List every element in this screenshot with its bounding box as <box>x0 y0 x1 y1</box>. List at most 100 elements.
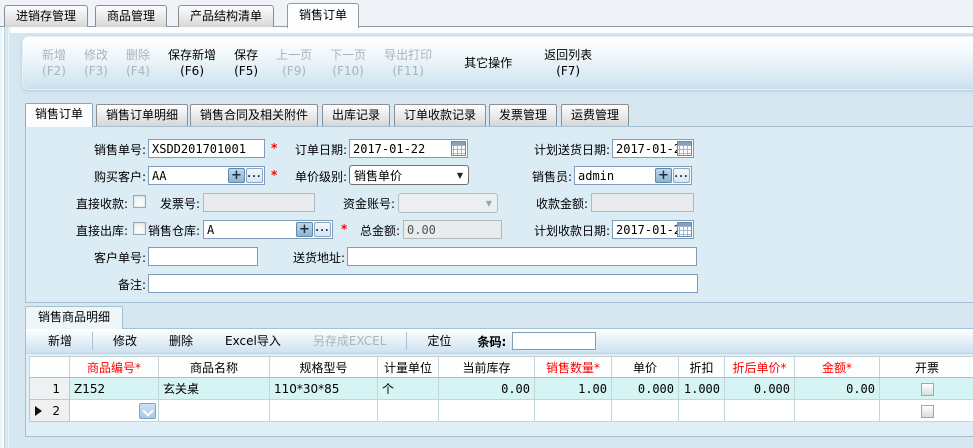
ellipsis-icon[interactable]: ... <box>246 168 263 183</box>
order-no-input[interactable] <box>148 139 265 158</box>
cell-current-stock[interactable]: 0.00 <box>439 378 535 400</box>
total-amount-input <box>403 220 502 239</box>
warehouse-combo[interactable]: A + ... <box>203 220 333 239</box>
toolbar-button-shortcut: (F5) <box>234 63 258 79</box>
delivery-address-input[interactable] <box>347 247 697 266</box>
customer-order-no-input[interactable] <box>148 247 258 266</box>
tab-product-structure[interactable]: 产品结构清单 <box>178 5 274 27</box>
cell-discount[interactable]: 1.000 <box>679 378 725 400</box>
customer-combo[interactable]: AA + ... <box>148 166 265 185</box>
cell-unit[interactable] <box>378 400 439 422</box>
toolbar-button-shortcut: (F3) <box>84 63 108 79</box>
planned-receipt-date-value: 2017-01-22 <box>613 223 677 237</box>
price-level-select[interactable]: 销售单价 ▼ <box>349 165 469 185</box>
grid-row-2: 2 <box>30 400 973 422</box>
tab-product-mgmt[interactable]: 商品管理 <box>95 5 167 27</box>
tab-inventory-mgmt[interactable]: 进销存管理 <box>4 5 88 27</box>
toolbar-new-button[interactable]: 新增 (F2) <box>33 41 75 85</box>
toolbar-delete-button[interactable]: 删除 (F4) <box>117 41 159 85</box>
toolbar-button-shortcut: (F11) <box>392 63 424 79</box>
subtab-contract-attachments[interactable]: 销售合同及相关附件 <box>190 104 318 126</box>
subtab-invoice-mgmt[interactable]: 发票管理 <box>489 104 557 126</box>
ellipsis-icon[interactable]: ... <box>314 222 331 237</box>
subtab-receipt-records[interactable]: 订单收款记录 <box>394 104 486 126</box>
col-product-code: 商品编号* <box>70 357 159 378</box>
tab-items-detail[interactable]: 销售商品明细 <box>25 306 123 329</box>
current-row-indicator-icon <box>35 406 42 416</box>
cell-discount[interactable] <box>679 400 725 422</box>
subtab-freight-mgmt[interactable]: 运费管理 <box>561 104 629 126</box>
items-add-button[interactable]: 新增 <box>32 330 88 353</box>
cell-sales-qty[interactable] <box>535 400 612 422</box>
row-number-cell[interactable]: 2 <box>30 400 70 422</box>
cell-product-name[interactable]: 玄关桌 <box>159 378 270 400</box>
toolbar-back-to-list-button[interactable]: 返回列表 (F7) <box>535 41 601 85</box>
toolbar-button-shortcut: (F2) <box>42 63 66 79</box>
subtab-outbound-records[interactable]: 出库记录 <box>322 104 390 126</box>
subtab-sales-order[interactable]: 销售订单 <box>25 103 93 127</box>
toolbar-edit-button[interactable]: 修改 (F3) <box>75 41 117 85</box>
toolbar-other-ops-button[interactable]: 其它操作 <box>455 41 521 85</box>
subtab-sales-order-detail[interactable]: 销售订单明细 <box>96 104 188 126</box>
invoiced-checkbox[interactable] <box>921 405 934 418</box>
toolbar-button-shortcut: (F9) <box>282 63 306 79</box>
row-number-cell[interactable]: 1 <box>30 378 70 400</box>
items-edit-button[interactable]: 修改 <box>97 330 153 353</box>
cell-unit-price[interactable] <box>612 400 679 422</box>
add-icon[interactable]: + <box>296 222 313 237</box>
planned-receipt-date-picker[interactable]: 2017-01-22 <box>612 220 694 239</box>
order-date-label: 订单日期: <box>277 141 347 158</box>
toolbar-prev-page-button[interactable]: 上一页 (F9) <box>267 41 321 85</box>
items-excel-import-button[interactable]: Excel导入 <box>209 330 297 353</box>
toolbar-button-label: 保存 <box>234 47 258 63</box>
fund-account-label: 资金账号: <box>323 195 395 212</box>
cell-sales-qty[interactable]: 1.00 <box>535 378 612 400</box>
toolbar-next-page-button[interactable]: 下一页 (F10) <box>321 41 375 85</box>
cell-unit[interactable]: 个 <box>378 378 439 400</box>
planned-delivery-date-picker[interactable]: 2017-01-22 <box>612 139 694 158</box>
calendar-icon[interactable] <box>451 141 466 156</box>
items-locate-button[interactable]: 定位 <box>411 330 467 353</box>
cell-amount[interactable]: 0.00 <box>795 378 880 400</box>
toolbar-export-print-button[interactable]: 导出打印 (F11) <box>375 41 441 85</box>
add-icon[interactable]: + <box>228 168 245 183</box>
cell-unit-price[interactable]: 0.000 <box>612 378 679 400</box>
col-spec-model: 规格型号 <box>270 357 378 378</box>
toolbar-button-label: 返回列表 <box>544 47 592 63</box>
remark-input[interactable] <box>148 274 698 293</box>
col-amount: 金额* <box>795 357 880 378</box>
row-number: 2 <box>52 404 60 418</box>
toolbar-button-shortcut: (F4) <box>126 63 150 79</box>
cell-discounted-price[interactable] <box>725 400 795 422</box>
chevron-down-icon: ▼ <box>452 171 468 180</box>
calendar-icon[interactable] <box>677 141 692 156</box>
invoiced-checkbox[interactable] <box>921 383 934 396</box>
tab-sales-order[interactable]: 销售订单 <box>287 3 359 28</box>
total-amount-label: 总金额: <box>345 222 400 239</box>
col-discounted-price: 折后单价* <box>725 357 795 378</box>
salesman-combo[interactable]: admin + ... <box>574 166 692 185</box>
dropdown-icon[interactable] <box>139 403 156 419</box>
calendar-icon[interactable] <box>677 222 692 237</box>
add-icon[interactable]: + <box>655 168 672 183</box>
cell-spec-model[interactable] <box>270 400 378 422</box>
toolbar-save-button[interactable]: 保存 (F5) <box>225 41 267 85</box>
col-product-name: 商品名称 <box>159 357 270 378</box>
invoice-no-label: 发票号: <box>128 195 200 212</box>
cell-product-code[interactable]: Z152 <box>70 378 159 400</box>
cell-current-stock[interactable] <box>439 400 535 422</box>
order-date-picker[interactable]: 2017-01-22 <box>349 139 468 158</box>
ellipsis-icon[interactable]: ... <box>673 168 690 183</box>
toolbar-save-new-button[interactable]: 保存新增 (F6) <box>159 41 225 85</box>
toolbar-button-shortcut: (F7) <box>556 63 580 79</box>
items-save-as-excel-button[interactable]: 另存成EXCEL <box>297 330 403 353</box>
barcode-input[interactable] <box>512 332 596 350</box>
cell-amount[interactable] <box>795 400 880 422</box>
cell-discounted-price[interactable]: 0.000 <box>725 378 795 400</box>
items-grid: 商品编号* 商品名称 规格型号 计量单位 当前库存 销售数量* 单价 折扣 折后… <box>29 356 973 422</box>
fund-account-select: ▼ <box>398 193 498 213</box>
cell-spec-model[interactable]: 110*30*85 <box>270 378 378 400</box>
cell-product-code[interactable] <box>70 400 159 422</box>
cell-product-name[interactable] <box>159 400 270 422</box>
items-delete-button[interactable]: 删除 <box>153 330 209 353</box>
